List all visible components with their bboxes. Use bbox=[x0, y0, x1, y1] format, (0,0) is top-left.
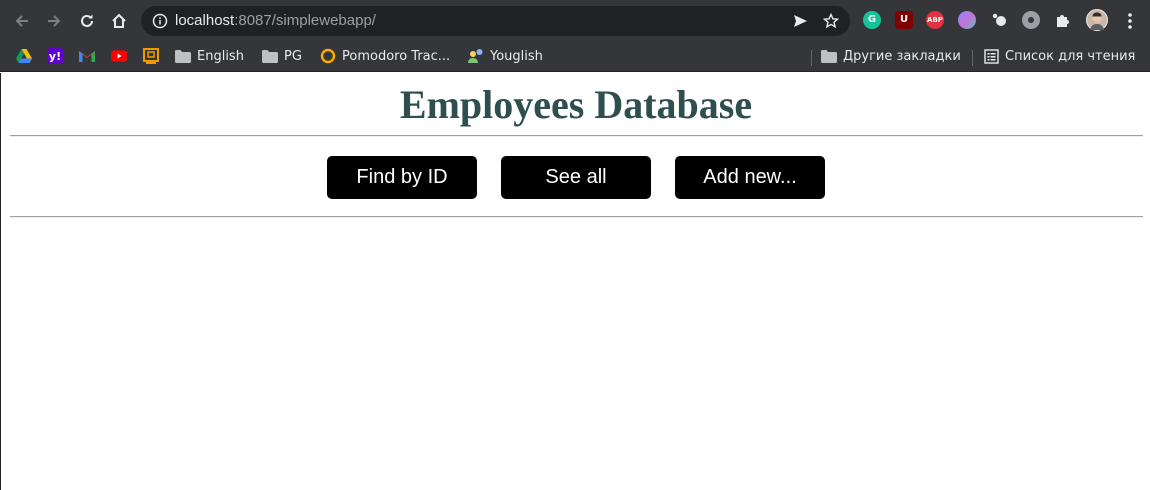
reading-list-icon bbox=[983, 48, 999, 64]
gem-extension-icon[interactable] bbox=[958, 11, 976, 29]
bookmark-label: Youglish bbox=[490, 48, 543, 64]
reading-list[interactable]: Список для чтения bbox=[983, 46, 1135, 66]
bookmarks-bar: y! English PG Pomodoro Trac... Youglish … bbox=[0, 41, 1150, 72]
avatar[interactable] bbox=[1086, 9, 1108, 31]
yahoo-icon: y! bbox=[47, 48, 63, 64]
back-button[interactable] bbox=[9, 8, 35, 34]
home-icon bbox=[112, 13, 126, 28]
star-icon[interactable] bbox=[823, 13, 839, 29]
bookmark-google-drive[interactable] bbox=[16, 46, 32, 66]
bookmark-pomodoro[interactable]: Pomodoro Trac... bbox=[320, 46, 450, 66]
site-info-icon[interactable] bbox=[152, 13, 168, 34]
ball-extension-icon[interactable] bbox=[990, 11, 1008, 29]
google-drive-icon bbox=[16, 48, 32, 64]
folder-icon bbox=[175, 48, 191, 64]
add-new-button[interactable]: Add new... bbox=[675, 156, 825, 199]
ublock-icon[interactable]: U bbox=[895, 11, 913, 29]
arrow-left-icon bbox=[15, 15, 28, 27]
page-content: Employees Database Find by ID See all Ad… bbox=[0, 73, 1150, 490]
bottom-divider bbox=[10, 216, 1143, 218]
gmail-icon bbox=[79, 48, 95, 64]
bookmark-english[interactable]: English bbox=[175, 46, 244, 66]
folder-icon bbox=[262, 48, 278, 64]
pomodoro-ring-icon bbox=[320, 48, 336, 64]
top-divider bbox=[10, 135, 1143, 137]
send-icon[interactable] bbox=[792, 13, 808, 29]
youtube-icon bbox=[111, 48, 127, 64]
bookmarks-divider bbox=[811, 50, 812, 66]
bookmark-youglish[interactable]: Youglish bbox=[468, 46, 543, 66]
grammarly-icon[interactable]: G bbox=[863, 11, 881, 29]
youglish-icon bbox=[468, 48, 484, 64]
home-button[interactable] bbox=[106, 8, 132, 34]
find-by-id-button[interactable]: Find by ID bbox=[327, 156, 477, 199]
bookmark-gmail[interactable] bbox=[79, 46, 95, 66]
bookmarks-divider bbox=[972, 50, 973, 66]
browser-menu-button[interactable] bbox=[1117, 8, 1143, 34]
reading-list-label: Список для чтения bbox=[1005, 48, 1136, 64]
bookmark-label: Pomodoro Trac... bbox=[342, 48, 451, 64]
folder-icon bbox=[821, 48, 837, 64]
bookmark-orange-square[interactable] bbox=[143, 46, 159, 66]
url-text[interactable]: localhost:8087/simplewebapp/ bbox=[175, 12, 376, 30]
adblock-plus-icon[interactable]: ABP bbox=[926, 11, 944, 29]
forward-button[interactable] bbox=[41, 8, 67, 34]
url-host: localhost bbox=[175, 12, 235, 29]
puzzle-icon[interactable] bbox=[1054, 11, 1072, 29]
reload-icon bbox=[81, 14, 93, 27]
address-bar[interactable]: localhost:8087/simplewebapp/ bbox=[141, 6, 850, 36]
gear-extension-icon[interactable] bbox=[1022, 11, 1040, 29]
bookmark-pg[interactable]: PG bbox=[262, 46, 302, 66]
arrow-right-icon bbox=[48, 15, 61, 27]
reload-button[interactable] bbox=[74, 8, 100, 34]
browser-toolbar: localhost:8087/simplewebapp/ G U ABP bbox=[0, 0, 1150, 41]
other-bookmarks-label: Другие закладки bbox=[843, 48, 961, 64]
url-path: :8087/simplewebapp/ bbox=[234, 12, 376, 29]
bookmark-youtube[interactable] bbox=[111, 46, 127, 66]
bookmark-label: English bbox=[197, 48, 244, 64]
other-bookmarks[interactable]: Другие закладки bbox=[821, 46, 961, 66]
frame-icon bbox=[143, 48, 159, 64]
see-all-button[interactable]: See all bbox=[501, 156, 651, 199]
bookmark-yahoo[interactable]: y! bbox=[47, 46, 63, 66]
kebab-menu-icon bbox=[1128, 13, 1132, 29]
bookmark-label: PG bbox=[284, 48, 302, 64]
page-title: Employees Database bbox=[399, 82, 753, 127]
